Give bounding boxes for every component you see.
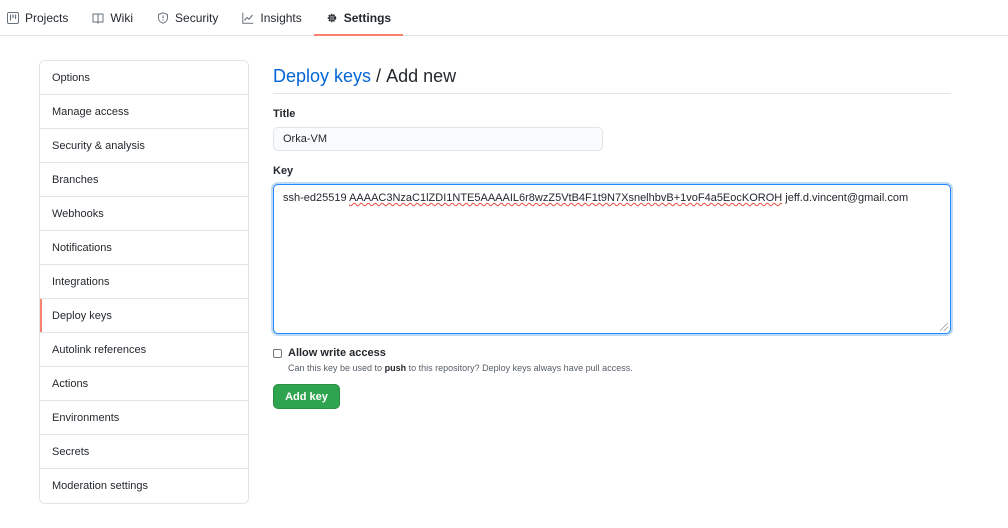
allow-write-row: Allow write access Can this key be used …: [273, 347, 951, 373]
resize-handle[interactable]: [940, 323, 948, 331]
sidebar-item-secrets[interactable]: Secrets: [40, 435, 248, 469]
sidebar-item-deploy-keys[interactable]: Deploy keys: [40, 299, 248, 333]
sidebar-item-label: Moderation settings: [52, 480, 148, 492]
tab-insights[interactable]: Insights: [242, 0, 313, 35]
sidebar-item-label: Integrations: [52, 275, 110, 288]
tab-projects[interactable]: Projects: [7, 0, 80, 35]
sidebar-item-label: Notifications: [52, 241, 112, 254]
tab-label: Security: [175, 10, 219, 25]
tab-settings[interactable]: Settings: [313, 0, 404, 36]
title-label: Title: [273, 108, 296, 120]
tab-label: Insights: [260, 10, 302, 25]
gear-icon: [327, 13, 336, 22]
heading-separator: /: [376, 66, 382, 86]
sidebar-item-label: Secrets: [52, 445, 90, 458]
sidebar-item-webhooks[interactable]: Webhooks: [40, 197, 248, 231]
deploy-key-form: Deploy keys / Add new Title Orka-VM Key …: [273, 60, 951, 409]
sidebar-item-options[interactable]: Options: [40, 61, 248, 95]
allow-write-note: Can this key be used to push to this rep…: [288, 363, 633, 373]
title-input[interactable]: Orka-VM: [273, 127, 603, 151]
key-label: Key: [273, 165, 294, 177]
sidebar-item-label: Manage access: [52, 105, 130, 118]
sidebar-item-label: Autolink references: [52, 343, 147, 356]
repo-nav: Projects Wiki Security Insights Settings: [0, 0, 1008, 36]
tab-label: Projects: [25, 10, 69, 25]
sidebar-item-label: Branches: [52, 173, 99, 186]
sidebar-item-notifications[interactable]: Notifications: [40, 231, 248, 265]
allow-write-checkbox[interactable]: [273, 349, 282, 358]
sidebar-item-label: Deploy keys: [52, 309, 112, 322]
tab-security[interactable]: Security: [157, 0, 230, 35]
note-pre: Can this key be used to: [288, 363, 383, 373]
tab-wiki[interactable]: Wiki: [92, 0, 145, 35]
sidebar-item-branches[interactable]: Branches: [40, 163, 248, 197]
page-title: Deploy keys / Add new: [273, 60, 951, 94]
sidebar-item-actions[interactable]: Actions: [40, 367, 248, 401]
sidebar-item-label: Environments: [52, 411, 120, 424]
sidebar-item-environments[interactable]: Environments: [40, 401, 248, 435]
tab-label: Settings: [343, 10, 392, 25]
note-bold: push: [384, 363, 407, 373]
sidebar-item-integrations[interactable]: Integrations: [40, 265, 248, 299]
tab-label: Wiki: [110, 10, 134, 25]
sidebar-item-label: Security & analysis: [52, 139, 145, 152]
sidebar-item-label: Webhooks: [52, 207, 104, 220]
graph-icon: [242, 12, 254, 24]
key-body: AAAAC3NzaC1lZDI1NTE5AAAAIL6r8wzZ5VtB4F1t…: [349, 192, 783, 204]
book-icon: [92, 13, 104, 24]
allow-write-label[interactable]: Allow write access: [288, 347, 633, 359]
key-textarea[interactable]: ssh-ed25519 AAAAC3NzaC1lZDI1NTE5AAAAIL6r…: [273, 184, 951, 334]
note-post: to this repository? Deploy keys always h…: [408, 363, 633, 373]
project-icon: [7, 11, 19, 24]
key-comment: jeff.d.vincent@gmail.com: [785, 192, 909, 204]
sidebar-item-manage-access[interactable]: Manage access: [40, 95, 248, 129]
sidebar-item-label: Options: [52, 71, 90, 84]
sidebar-item-label: Actions: [52, 377, 89, 390]
heading-subtitle: Add new: [386, 66, 457, 86]
sidebar-item-moderation-settings[interactable]: Moderation settings: [40, 469, 248, 503]
add-key-button[interactable]: Add key: [273, 384, 340, 409]
sidebar-item-security-analysis[interactable]: Security & analysis: [40, 129, 248, 163]
deploy-keys-link[interactable]: Deploy keys: [273, 66, 371, 87]
title-input-value: Orka-VM: [283, 133, 327, 145]
sidebar-item-autolink-references[interactable]: Autolink references: [40, 333, 248, 367]
settings-sidebar: Options Manage access Security & analysi…: [39, 60, 249, 504]
key-type: ssh-ed25519: [283, 192, 347, 204]
shield-icon: [158, 11, 169, 24]
